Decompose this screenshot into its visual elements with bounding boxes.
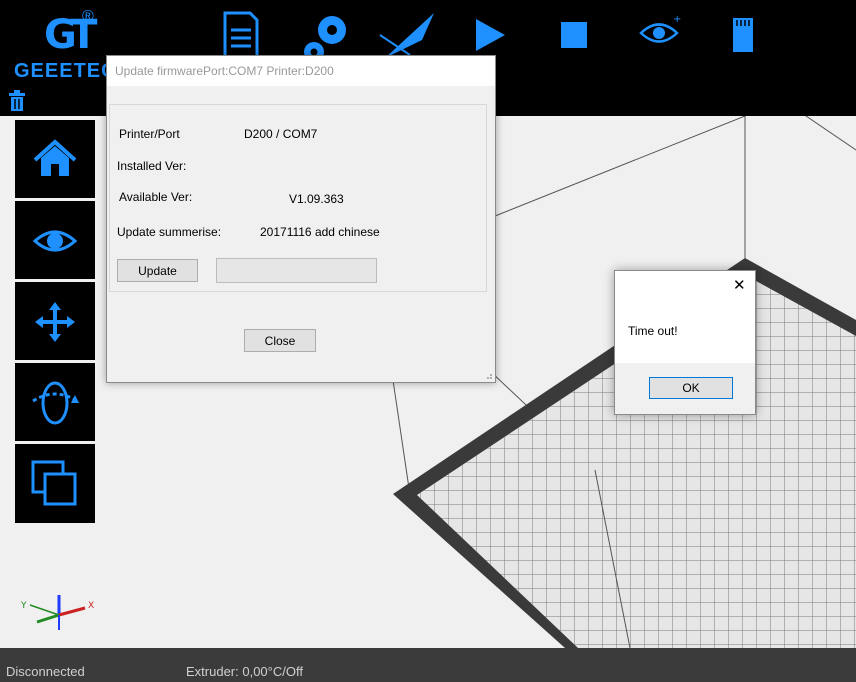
rotate-button[interactable]: [15, 363, 95, 441]
close-icon[interactable]: ✕: [733, 276, 746, 294]
registered-mark: ®: [82, 8, 94, 25]
extruder-status: Extruder: 0,00°C/Off: [186, 664, 303, 679]
message-text: Time out!: [628, 324, 678, 338]
available-version-value: V1.09.363: [289, 192, 344, 206]
stop-icon: [561, 22, 587, 48]
resize-grip-icon[interactable]: [483, 370, 493, 380]
status-bar: Disconnected Extruder: 0,00°C/Off: [0, 648, 856, 682]
trash-icon[interactable]: [8, 90, 26, 112]
dialog-title: Update firmwarePort:COM7 Printer:D200: [115, 64, 334, 78]
eye-icon: +: [639, 14, 681, 43]
connection-status: Disconnected: [6, 664, 85, 679]
move-button[interactable]: [15, 282, 95, 360]
dialog-title-bar[interactable]: Update firmwarePort:COM7 Printer:D200: [107, 56, 495, 86]
axes-indicator-icon: Y X: [20, 595, 94, 630]
slice-icon: [379, 13, 434, 58]
installed-version-label: Installed Ver:: [117, 159, 187, 173]
printer-port-label: Printer/Port: [119, 127, 180, 141]
object-button[interactable]: + Object: [619, 0, 699, 88]
home-view-button[interactable]: [15, 120, 95, 198]
printer-port-value: D200 / COM7: [244, 127, 318, 141]
save-job-label: Save Job: [717, 69, 769, 83]
svg-text:Y: Y: [20, 601, 27, 611]
geeetech-logo: GT ® GEEETECH: [12, 8, 131, 84]
play-icon: [476, 19, 505, 51]
document-icon: [223, 11, 259, 59]
update-firmware-dialog: Update firmwarePort:COM7 Printer:D200 Pr…: [106, 55, 496, 383]
svg-text:X: X: [88, 601, 94, 611]
update-summary-value: 20171116 add chinese: [260, 225, 380, 239]
view-button[interactable]: [15, 201, 95, 279]
layers-icon: [31, 460, 77, 506]
available-version-label: Available Ver:: [119, 190, 193, 204]
object-label: Object: [641, 69, 677, 83]
close-button[interactable]: Close: [244, 329, 316, 352]
view-eye-icon: [32, 230, 78, 252]
kill-job-label: Kill Job: [554, 69, 594, 83]
home-icon: [33, 139, 77, 176]
svg-text:+: +: [673, 14, 681, 25]
timeout-message-box: ✕ Time out! OK: [614, 270, 756, 415]
rotate-icon: [32, 381, 79, 425]
update-progress-bar: [216, 258, 377, 283]
sd-card-icon: [733, 18, 753, 52]
layers-button[interactable]: [15, 444, 95, 523]
update-summary-label: Update summerise:: [117, 225, 222, 239]
move-icon: [35, 302, 75, 342]
update-button[interactable]: Update: [117, 259, 198, 282]
ok-button[interactable]: OK: [649, 377, 733, 399]
gears-icon: [304, 16, 346, 60]
save-job-button[interactable]: Save Job: [703, 0, 783, 88]
kill-job-button[interactable]: Kill Job: [534, 0, 614, 88]
